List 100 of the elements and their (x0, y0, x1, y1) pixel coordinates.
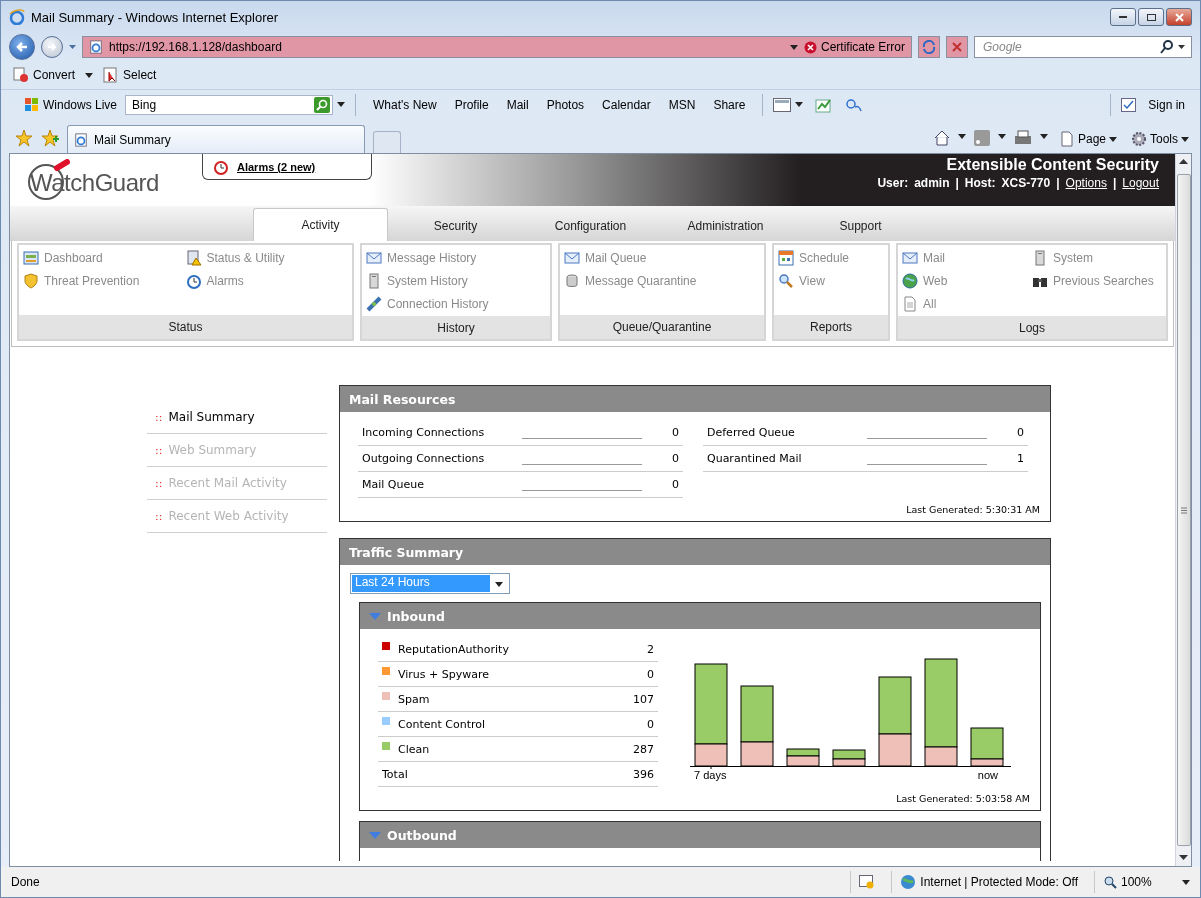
caret-icon[interactable] (337, 102, 346, 107)
toolbar-link[interactable]: What's New (366, 97, 444, 112)
menu-item[interactable]: Threat Prevention (23, 271, 186, 290)
print-icon[interactable] (1013, 130, 1032, 146)
toolbar-button[interactable]: Convert (9, 67, 80, 83)
minimize-button[interactable] (1110, 8, 1136, 26)
caret-icon[interactable] (1039, 134, 1048, 139)
menu-item[interactable]: Previous Searches (1032, 271, 1162, 290)
close-button[interactable] (1166, 8, 1192, 26)
page-icon (89, 40, 103, 54)
alarm-clock-icon (213, 158, 229, 175)
home-icon[interactable] (933, 130, 950, 146)
toolbar-link[interactable]: Profile (447, 97, 496, 112)
convert-icon (13, 67, 29, 83)
caret-icon[interactable] (85, 72, 94, 78)
caret-icon[interactable] (1109, 136, 1117, 142)
search-caret-icon[interactable] (1178, 45, 1185, 49)
toolbar-link[interactable]: Share (706, 97, 753, 112)
legend-label: Content Control (398, 717, 486, 731)
windows-live-button[interactable]: Windows Live (21, 97, 122, 112)
scroll-up-icon[interactable] (1179, 159, 1188, 165)
menu-item[interactable]: All (902, 294, 1032, 313)
toolbar-link[interactable]: Calendar (595, 97, 658, 112)
toolbar-link[interactable]: MSN (661, 97, 703, 112)
stop-icon (951, 41, 963, 53)
menu-item[interactable]: View (778, 271, 884, 290)
browser-tab[interactable]: Mail Summary (67, 125, 365, 153)
zoom-caret-icon[interactable] (1182, 879, 1190, 885)
caret-icon[interactable] (795, 102, 804, 107)
history-caret-icon[interactable] (69, 45, 76, 49)
section-title: Outbound (387, 827, 457, 843)
scrollbar[interactable] (1175, 154, 1191, 866)
menu-item[interactable]: Schedule (778, 248, 884, 267)
header-link[interactable]: Logout (1122, 176, 1159, 190)
group-title: Status (19, 315, 352, 339)
spam-bar-segment (694, 743, 728, 767)
toolbar-link[interactable]: Mail (499, 97, 536, 112)
warning-icon (859, 875, 876, 889)
stop-button[interactable] (946, 36, 968, 58)
side-nav-link[interactable]: Mail Summary (168, 410, 255, 424)
dropdown-caret-icon[interactable] (495, 582, 503, 587)
window-icon[interactable] (773, 97, 792, 112)
bullet: :: (155, 509, 163, 523)
favorites-star-icon[interactable] (15, 129, 33, 147)
search-icon[interactable] (1160, 40, 1174, 54)
search-field[interactable]: Google (981, 39, 1160, 55)
address-caret-icon[interactable] (789, 44, 798, 50)
toolbar-button[interactable]: Select (99, 67, 161, 83)
nav-tab[interactable]: Activity (253, 208, 388, 241)
address-bar[interactable]: https://192.168.1.128/dashboard Certificate Error (82, 36, 912, 58)
translate-icon[interactable] (845, 96, 864, 113)
resource-label: Incoming Connections (362, 426, 486, 439)
panel-title: Mail Resources (340, 386, 1050, 412)
chart-icon[interactable] (815, 96, 834, 113)
caret-icon[interactable] (997, 134, 1006, 139)
resource-label: Outgoing Connections (362, 452, 486, 465)
product-name: Extensible Content Security (946, 156, 1159, 174)
zoom-level[interactable]: 100% (1121, 875, 1152, 889)
nav-tab[interactable]: Administration (658, 211, 793, 241)
toolbar-link[interactable]: Photos (539, 97, 592, 112)
zoom-icon[interactable] (1103, 875, 1117, 889)
back-button[interactable] (9, 34, 35, 60)
last-generated: Last Generated: 5:30:31 AM (906, 504, 1040, 515)
bing-search-box[interactable]: Bing (125, 94, 334, 115)
toolbar-menu-button[interactable]: Tools (1128, 125, 1192, 153)
maximize-button[interactable] (1138, 8, 1164, 26)
menu-item[interactable]: Message Quarantine (564, 271, 760, 290)
menu-item[interactable]: System (1032, 248, 1162, 267)
clean-bar-segment (740, 685, 774, 743)
alarms-link[interactable]: Alarms (2 new) (237, 160, 316, 173)
menu-item[interactable]: Mail (902, 248, 1032, 267)
legend-value: 107 (633, 692, 654, 706)
menu-item[interactable]: Connection History (366, 294, 546, 313)
certificate-error-button[interactable]: Certificate Error (803, 40, 905, 54)
menu-item[interactable]: Web (902, 271, 1032, 290)
host-label: Host: (964, 176, 996, 190)
menu-item[interactable]: System History (366, 271, 546, 290)
nav-tab[interactable]: Security (388, 211, 523, 241)
sign-in-link[interactable]: Sign in (1141, 97, 1192, 112)
caret-icon[interactable] (957, 134, 966, 139)
caret-icon[interactable] (1181, 136, 1189, 142)
page-icon (1058, 131, 1075, 147)
nav-tab[interactable]: Support (793, 211, 928, 241)
checkbox-icon[interactable] (1121, 97, 1138, 112)
nav-tab[interactable]: Configuration (523, 211, 658, 241)
menu-item[interactable]: Mail Queue (564, 248, 760, 267)
host-name: XCS-770 (1001, 176, 1051, 190)
header-link[interactable]: Options (1065, 176, 1107, 190)
shield-icon (23, 272, 39, 289)
menu-item[interactable]: Status & Utility (185, 248, 348, 267)
add-favorite-icon[interactable] (41, 129, 59, 147)
globe-icon (902, 272, 918, 289)
scroll-down-icon[interactable] (1179, 855, 1188, 861)
menu-item[interactable]: Dashboard (23, 248, 186, 267)
menu-item[interactable]: Alarms (185, 271, 348, 290)
menu-item[interactable]: Message History (366, 248, 546, 267)
search-box[interactable]: Google (974, 36, 1192, 58)
forward-button[interactable] (41, 36, 63, 58)
page-icon (74, 132, 88, 147)
toolbar-menu-button[interactable]: Page (1055, 125, 1120, 153)
